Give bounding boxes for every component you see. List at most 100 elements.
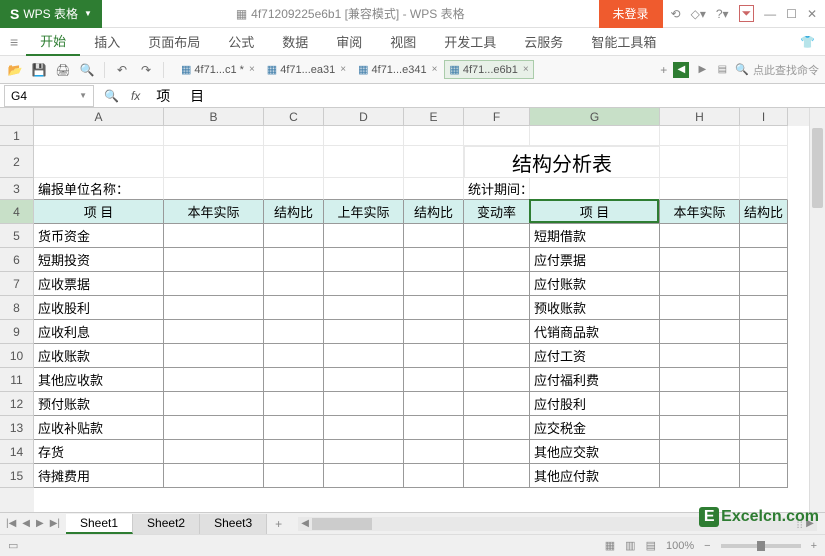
tab-nav-right[interactable]: ▶ — [695, 64, 709, 75]
cell[interactable] — [164, 464, 264, 488]
cell[interactable] — [324, 368, 404, 392]
cell[interactable] — [324, 416, 404, 440]
cell[interactable] — [740, 296, 788, 320]
cell[interactable] — [660, 224, 740, 248]
skin-icon[interactable]: 👕 — [794, 35, 821, 49]
cell[interactable] — [464, 224, 530, 248]
cell[interactable] — [464, 296, 530, 320]
cell[interactable] — [740, 344, 788, 368]
hscroll-right-icon[interactable]: ▶ — [803, 518, 817, 529]
command-search[interactable]: 🔍 点此查找命令 — [735, 62, 819, 78]
cell[interactable]: 其他应收款 — [34, 368, 164, 392]
cell[interactable] — [404, 296, 464, 320]
cell[interactable] — [464, 272, 530, 296]
cell[interactable] — [164, 248, 264, 272]
cell[interactable] — [404, 248, 464, 272]
cell[interactable] — [740, 416, 788, 440]
cell[interactable] — [324, 146, 404, 178]
cell[interactable] — [164, 416, 264, 440]
cell[interactable] — [404, 320, 464, 344]
row-header-12[interactable]: 12 — [0, 392, 34, 416]
cell[interactable] — [740, 178, 788, 200]
cell[interactable] — [164, 296, 264, 320]
cell[interactable] — [404, 344, 464, 368]
cell[interactable] — [324, 464, 404, 488]
doc-tab[interactable]: ▦4f71...ea31× — [262, 60, 351, 79]
cell[interactable]: 货币资金 — [34, 224, 164, 248]
row-header-6[interactable]: 6 — [0, 248, 34, 272]
cell[interactable] — [740, 440, 788, 464]
row-header-3[interactable]: 3 — [0, 178, 34, 200]
cell[interactable]: 其他应付款 — [530, 464, 660, 488]
zoom-out-button[interactable]: − — [704, 540, 710, 552]
row-header-7[interactable]: 7 — [0, 272, 34, 296]
cell[interactable]: 结构分析表 — [464, 146, 660, 178]
cell[interactable] — [660, 440, 740, 464]
minimize-button[interactable]: — — [764, 7, 776, 21]
cell[interactable] — [164, 320, 264, 344]
cell[interactable]: 应交税金 — [530, 416, 660, 440]
sheet-last-icon[interactable]: ▶| — [48, 518, 62, 529]
menu-视图[interactable]: 视图 — [376, 28, 430, 56]
cell[interactable] — [404, 146, 464, 178]
cell[interactable] — [660, 248, 740, 272]
cell[interactable]: 编报单位名称： — [34, 178, 164, 200]
cell[interactable] — [660, 344, 740, 368]
col-header-G[interactable]: G — [530, 108, 660, 126]
cell[interactable]: 预收账款 — [530, 296, 660, 320]
close-tab-icon[interactable]: × — [523, 64, 529, 75]
cell[interactable] — [660, 368, 740, 392]
horizontal-scrollbar[interactable]: ◀ ⁞⁞ ▶ — [298, 517, 817, 531]
cell[interactable] — [530, 178, 660, 200]
cell[interactable]: 应付工资 — [530, 344, 660, 368]
cell[interactable] — [264, 368, 324, 392]
doc-tab[interactable]: ▦4f71...e6b1× — [444, 60, 533, 79]
cell[interactable] — [324, 440, 404, 464]
cell[interactable]: 短期借款 — [530, 224, 660, 248]
col-header-D[interactable]: D — [324, 108, 404, 126]
cell[interactable] — [324, 178, 404, 200]
cell[interactable]: 结构比 — [740, 200, 788, 224]
tab-nav-left[interactable]: ◀ — [673, 62, 689, 78]
pin-icon[interactable]: ⏷ — [739, 5, 755, 22]
cell[interactable] — [404, 126, 464, 146]
cell[interactable] — [264, 272, 324, 296]
cell[interactable] — [660, 146, 740, 178]
cell[interactable] — [464, 320, 530, 344]
doc-tab[interactable]: ▦4f71...c1 *× — [176, 60, 260, 79]
cell[interactable] — [404, 368, 464, 392]
cell[interactable] — [264, 440, 324, 464]
menu-数据[interactable]: 数据 — [268, 28, 322, 56]
cell[interactable] — [164, 368, 264, 392]
cell[interactable]: 应收股利 — [34, 296, 164, 320]
undo-icon[interactable]: ↶ — [113, 61, 131, 79]
cell[interactable] — [34, 146, 164, 178]
row-header-1[interactable]: 1 — [0, 126, 34, 146]
cell[interactable]: 上年实际 — [324, 200, 404, 224]
cell[interactable]: 本年实际 — [164, 200, 264, 224]
tab-add-icon[interactable]: + — [660, 63, 667, 77]
cell[interactable] — [660, 272, 740, 296]
col-header-H[interactable]: H — [660, 108, 740, 126]
vscroll-thumb[interactable] — [812, 128, 823, 208]
cell[interactable] — [740, 392, 788, 416]
row-header-2[interactable]: 2 — [0, 146, 34, 178]
cell[interactable] — [464, 440, 530, 464]
cell[interactable] — [660, 320, 740, 344]
cell[interactable] — [740, 320, 788, 344]
cell[interactable] — [264, 344, 324, 368]
cell[interactable] — [324, 344, 404, 368]
cell[interactable]: 应付票据 — [530, 248, 660, 272]
row-header-8[interactable]: 8 — [0, 296, 34, 320]
hamburger-icon[interactable]: ≡ — [4, 34, 24, 50]
cell[interactable] — [264, 248, 324, 272]
cell[interactable] — [740, 146, 788, 178]
cell[interactable]: 其他应交款 — [530, 440, 660, 464]
cell[interactable] — [324, 392, 404, 416]
cell[interactable] — [34, 126, 164, 146]
cell[interactable] — [164, 272, 264, 296]
cell[interactable]: 应收补贴款 — [34, 416, 164, 440]
sync-icon[interactable]: ⟲ — [671, 7, 681, 21]
cell[interactable] — [740, 248, 788, 272]
hscroll-track[interactable] — [312, 518, 796, 530]
